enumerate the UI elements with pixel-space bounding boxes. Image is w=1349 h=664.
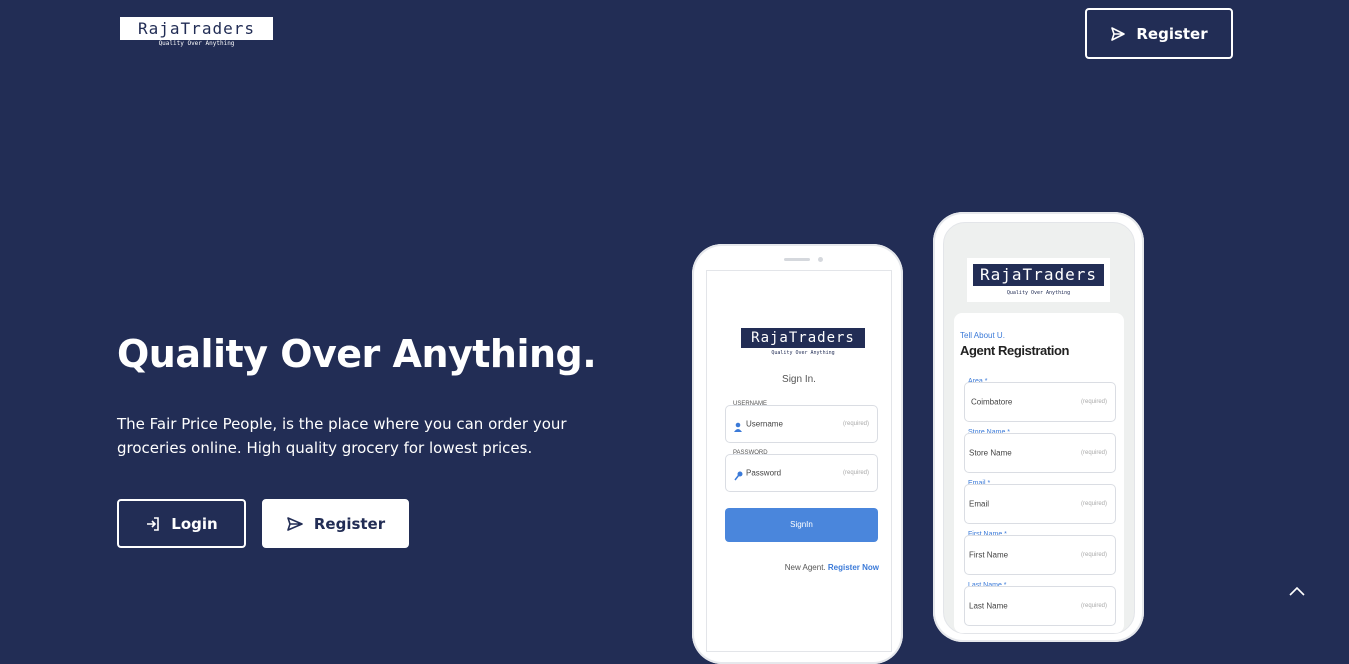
phone-speaker (784, 258, 810, 261)
password-field[interactable]: Password (required) (725, 454, 878, 492)
hero-register-button[interactable]: Register (262, 499, 409, 548)
password-placeholder: Password (746, 468, 782, 478)
login-label: Login (171, 514, 218, 533)
hero-description: The Fair Price People, is the place wher… (117, 415, 567, 457)
registration-form-card: Tell About U. Agent Registration Area * … (954, 313, 1124, 633)
store-name-required-hint: (required) (1080, 450, 1107, 456)
username-field[interactable]: Username (required) (725, 405, 878, 443)
send-icon (1110, 26, 1126, 42)
register-now-link[interactable]: Register Now (828, 563, 879, 572)
chevron-up-icon (1286, 586, 1308, 604)
phone-mockup-signin: RajaTraders Quality Over Anything Sign I… (692, 244, 903, 664)
signin-screen: RajaTraders Quality Over Anything Sign I… (706, 270, 892, 652)
registration-screen: RajaTraders Quality Over Anything Tell A… (943, 222, 1135, 634)
user-icon (734, 419, 742, 437)
area-field[interactable]: Coimbatore (required) (964, 382, 1116, 422)
last-name-field[interactable]: Last Name (required) (964, 586, 1116, 626)
registration-logo: RajaTraders (973, 264, 1104, 286)
registration-subheading: Tell About U. (960, 331, 1005, 340)
new-agent-text: New Agent. (784, 563, 826, 572)
key-icon (734, 468, 743, 486)
email-required-hint: (required) (1080, 501, 1107, 507)
last-name-value: Last Name (969, 601, 1008, 611)
registration-logo-box: RajaTraders Quality Over Anything (967, 258, 1110, 302)
signin-logo-tagline: Quality Over Anything (771, 350, 835, 356)
registration-heading: Agent Registration (960, 343, 1070, 358)
first-name-field[interactable]: First Name (required) (964, 535, 1116, 575)
username-required-hint: (required) (842, 421, 869, 427)
scroll-to-top-button[interactable] (1286, 582, 1308, 600)
first-name-required-hint: (required) (1080, 552, 1107, 558)
hero-register-label: Register (313, 514, 386, 533)
email-value: Email (969, 499, 990, 509)
signin-logo: RajaTraders (741, 328, 865, 348)
new-agent-row: New Agent. Register Now (785, 563, 879, 572)
header-register-button[interactable]: Register (1085, 8, 1233, 59)
logo-tagline: Quality Over Anything (120, 40, 273, 48)
phone-mockup-registration: RajaTraders Quality Over Anything Tell A… (933, 212, 1144, 642)
phone-camera (818, 257, 823, 262)
logo-wordmark: RajaTraders (138, 19, 255, 38)
area-required-hint: (required) (1080, 399, 1107, 405)
store-name-value: Store Name (969, 448, 1012, 458)
registration-logo-tagline: Quality Over Anything (1006, 290, 1071, 296)
username-placeholder: Username (746, 419, 783, 429)
store-name-field[interactable]: Store Name (required) (964, 433, 1116, 473)
email-field[interactable]: Email (required) (964, 484, 1116, 524)
last-name-required-hint: (required) (1080, 603, 1107, 609)
header-register-label: Register (1136, 24, 1208, 43)
login-icon (145, 516, 161, 532)
password-required-hint: (required) (842, 470, 869, 476)
signin-button[interactable]: SignIn (725, 508, 878, 542)
first-name-value: First Name (969, 550, 1009, 560)
hero-title: Quality Over Anything. (117, 332, 597, 376)
site-logo[interactable]: RajaTraders Quality Over Anything (120, 17, 273, 48)
area-value: Coimbatore (971, 397, 1013, 407)
login-button[interactable]: Login (117, 499, 246, 548)
send-icon (286, 516, 304, 532)
signin-heading: Sign In. (782, 374, 816, 385)
